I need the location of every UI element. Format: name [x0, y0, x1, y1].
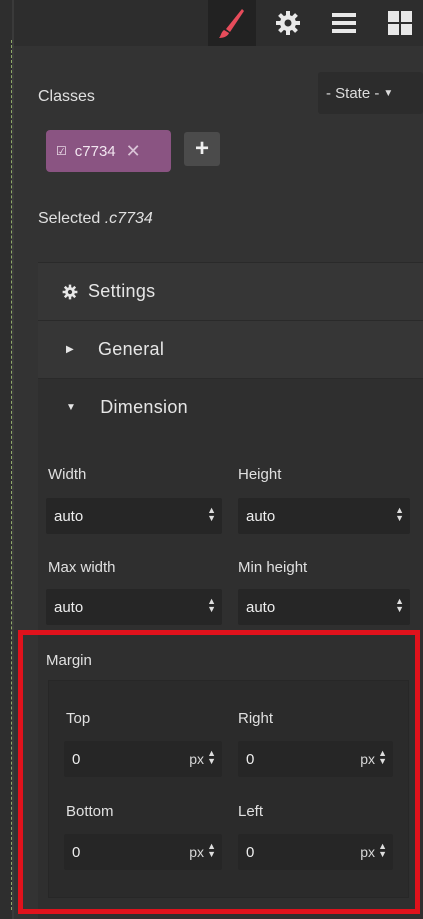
close-icon[interactable]: ✕ [126, 141, 141, 162]
width-value: auto [54, 507, 84, 525]
margin-bottom-unit[interactable]: px [189, 844, 204, 860]
margin-top-label: Top [66, 710, 91, 727]
margin-left-stepper-icon[interactable]: ▲ ▼ [378, 842, 387, 859]
max-width-value: auto [54, 598, 84, 616]
paint-brush-icon [219, 9, 244, 38]
min-height-input[interactable]: auto ▲ ▼ [238, 589, 410, 625]
margin-right-label: Right [238, 710, 274, 727]
height-input[interactable]: auto ▲ ▼ [238, 498, 410, 534]
margin-right-value: 0 [246, 750, 255, 768]
canvas-guide-line [11, 40, 12, 910]
selected-class: .c7734 [104, 210, 153, 227]
state-select[interactable]: - State - ▼ [318, 72, 423, 114]
margin-bottom-input[interactable]: 0 px ▲ ▼ [64, 834, 222, 870]
settings-button[interactable] [264, 0, 312, 46]
classes-label: Classes [38, 88, 95, 105]
panel-toolbar [14, 0, 423, 46]
gear-icon [62, 284, 78, 300]
margin-left-input[interactable]: 0 px ▲ ▼ [238, 834, 393, 870]
state-select-value: - State - [326, 84, 380, 102]
width-input[interactable]: auto ▲ ▼ [46, 498, 222, 534]
sector-general[interactable]: ▶ General [38, 320, 423, 378]
margin-right-stepper-icon[interactable]: ▲ ▼ [378, 749, 387, 766]
sector-settings[interactable]: Settings [38, 262, 423, 320]
height-label: Height [238, 466, 282, 483]
sector-dimension[interactable]: ▼ Dimension [38, 378, 423, 436]
margin-bottom-value: 0 [72, 843, 81, 861]
sector-dimension-label: Dimension [100, 397, 188, 417]
max-width-label: Max width [48, 559, 116, 576]
margin-top-input[interactable]: 0 px ▲ ▼ [64, 741, 222, 777]
min-height-stepper-icon[interactable]: ▲ ▼ [395, 597, 404, 614]
margin-top-stepper-icon[interactable]: ▲ ▼ [207, 749, 216, 766]
margin-bottom-label: Bottom [66, 803, 114, 820]
chevron-down-icon: ▼ [383, 87, 394, 99]
chevron-right-icon: ▶ [66, 344, 74, 355]
margin-right-input[interactable]: 0 px ▲ ▼ [238, 741, 393, 777]
margin-top-value: 0 [72, 750, 81, 768]
margin-left-unit[interactable]: px [360, 844, 375, 860]
width-label: Width [48, 466, 87, 483]
add-class-button[interactable]: + [184, 132, 220, 166]
gear-icon [276, 11, 300, 35]
blocks-button[interactable] [376, 0, 423, 46]
margin-bottom-stepper-icon[interactable]: ▲ ▼ [207, 842, 216, 859]
max-width-stepper-icon[interactable]: ▲ ▼ [207, 597, 216, 614]
min-height-value: auto [246, 598, 276, 616]
selected-indicator: Selected .c7734 [38, 210, 153, 228]
sector-general-label: General [98, 339, 165, 359]
style-manager-button[interactable] [208, 0, 256, 46]
layers-button[interactable] [320, 0, 368, 46]
margin-label: Margin [46, 652, 92, 669]
tag-label: c7734 [74, 142, 116, 160]
class-tag[interactable]: ☑ c7734 ✕ [46, 130, 171, 172]
chevron-down-icon: ▼ [66, 402, 77, 413]
width-stepper-icon[interactable]: ▲ ▼ [207, 506, 216, 523]
tag-checkbox-icon[interactable]: ☑ [56, 144, 67, 158]
max-width-input[interactable]: auto ▲ ▼ [46, 589, 222, 625]
height-stepper-icon[interactable]: ▲ ▼ [395, 506, 404, 523]
blocks-grid-icon [388, 11, 412, 35]
margin-left-value: 0 [246, 843, 255, 861]
margin-right-unit[interactable]: px [360, 751, 375, 767]
sector-settings-label: Settings [88, 281, 156, 301]
selected-prefix: Selected [38, 210, 101, 227]
height-value: auto [246, 507, 276, 525]
min-height-label: Min height [238, 559, 308, 576]
margin-left-label: Left [238, 803, 264, 820]
layers-icon [332, 13, 356, 33]
margin-top-unit[interactable]: px [189, 751, 204, 767]
